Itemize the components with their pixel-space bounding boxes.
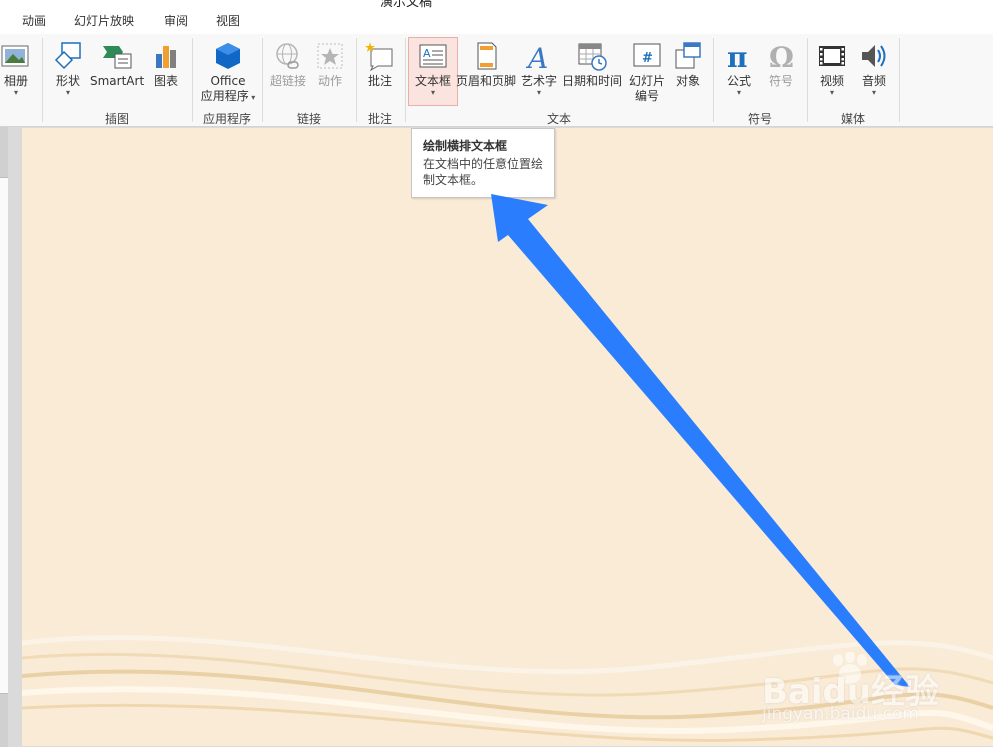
- textbox-button[interactable]: A 文本框 ▾: [408, 37, 458, 106]
- video-button[interactable]: 视频 ▾: [810, 40, 854, 97]
- chart-button[interactable]: 图表: [144, 40, 188, 89]
- shapes-label: 形状: [55, 74, 80, 88]
- calendar-clock-icon: [576, 40, 608, 72]
- hyperlink-label: 超链接: [269, 74, 306, 88]
- audio-button[interactable]: 音频 ▾: [852, 40, 896, 97]
- header-footer-button[interactable]: 页眉和页脚: [455, 40, 517, 89]
- datetime-label: 日期和时间: [561, 74, 622, 88]
- tab-animations[interactable]: 动画: [22, 12, 46, 29]
- equation-icon-glyph: π: [727, 41, 748, 72]
- new-comment-icon: [364, 40, 396, 72]
- tooltip-title: 绘制横排文本框: [423, 139, 508, 153]
- office-store-icon: [212, 40, 244, 72]
- header-footer-label: 页眉和页脚: [455, 74, 516, 88]
- office-label-line1: Office: [210, 74, 246, 88]
- group-label-illustrations: 插图: [104, 112, 129, 126]
- tab-review[interactable]: 审阅: [164, 12, 188, 29]
- comment-button[interactable]: 批注: [358, 40, 402, 89]
- slide-number-label-line2: 编号: [634, 89, 659, 103]
- wordart-icon: A: [523, 40, 555, 75]
- header-footer-icon: [470, 40, 502, 72]
- symbol-button[interactable]: Ω 符号: [759, 40, 803, 89]
- chevron-down-icon: ▾: [65, 88, 70, 97]
- group-label-comments: 批注: [367, 112, 392, 126]
- chevron-down-icon: ▾: [248, 93, 256, 102]
- office-label-line2: 应用程序: [200, 89, 249, 103]
- wordart-button[interactable]: A 艺术字 ▾: [517, 40, 561, 97]
- slide-thumbnail[interactable]: [0, 177, 8, 694]
- watermark-url: jingyan.baidu.com: [762, 704, 919, 724]
- insert-object-icon: [672, 40, 704, 72]
- globe-link-icon: [272, 40, 304, 72]
- wordart-label: 艺术字: [520, 74, 557, 88]
- textbox-tooltip: 绘制横排文本框 在文档中的任意位置绘制文本框。: [411, 128, 555, 198]
- comment-label: 批注: [367, 74, 392, 88]
- group-label-media: 媒体: [840, 112, 865, 126]
- smartart-label: SmartArt: [90, 74, 145, 88]
- bar-chart-icon: [150, 40, 182, 72]
- smartart-button[interactable]: SmartArt: [90, 40, 144, 89]
- chart-label: 图表: [153, 74, 178, 88]
- chevron-down-icon: ▾: [829, 88, 834, 97]
- photo-album-icon: [0, 40, 32, 72]
- tooltip-description: 在文档中的任意位置绘制文本框。: [423, 157, 544, 187]
- omega-symbol-icon: Ω: [765, 40, 797, 74]
- ribbon-insert: 相册 ▾ 形状 ▾ SmartArt 图表 插图 Office 应用程序 ▾ 应…: [0, 34, 993, 127]
- title-bar: 演示文稿: [0, 0, 993, 10]
- equation-button[interactable]: π 公式 ▾: [717, 40, 761, 97]
- group-label-text: 文本: [546, 112, 571, 126]
- album-label: 相册: [3, 74, 28, 88]
- chevron-down-icon: ▾: [736, 88, 741, 97]
- speaker-icon: [858, 40, 890, 72]
- chevron-down-icon: ▾: [536, 88, 541, 97]
- star-action-icon: [314, 40, 346, 72]
- textbox-label: 文本框: [414, 74, 451, 88]
- object-label: 对象: [675, 74, 700, 88]
- textbox-icon: A: [417, 40, 449, 72]
- film-strip-icon: [816, 40, 848, 72]
- pi-equation-icon: π: [723, 40, 755, 74]
- audio-label: 音频: [861, 74, 886, 88]
- office-apps-button[interactable]: Office 应用程序 ▾: [198, 40, 258, 105]
- chevron-down-icon: ▾: [13, 88, 18, 97]
- shapes-icon: [52, 40, 84, 72]
- hyperlink-button[interactable]: 超链接: [266, 40, 310, 89]
- textbox-icon-glyph: A: [423, 47, 431, 60]
- smartart-icon: [101, 40, 133, 72]
- slide-number-label-line1: 幻灯片: [628, 74, 665, 88]
- ribbon-tabs: 动画 幻灯片放映 审阅 视图: [0, 10, 993, 34]
- thumbnail-pane[interactable]: [0, 127, 8, 747]
- window-title: 演示文稿: [380, 0, 433, 10]
- group-label-apps: 应用程序: [202, 112, 251, 126]
- divider: [899, 38, 900, 122]
- group-label-links: 链接: [296, 112, 321, 126]
- chevron-down-icon: ▾: [871, 88, 876, 97]
- datetime-button[interactable]: 日期和时间: [561, 40, 623, 89]
- album-button[interactable]: 相册 ▾: [0, 40, 36, 97]
- watermark: Baidu经验 jingyan.baidu.com: [762, 652, 992, 732]
- group-label-symbols: 符号: [747, 112, 772, 126]
- shapes-button[interactable]: 形状 ▾: [46, 40, 90, 97]
- slide-number-icon: #: [631, 40, 663, 72]
- equation-label: 公式: [726, 74, 751, 88]
- symbol-icon-glyph: Ω: [769, 41, 794, 72]
- object-button[interactable]: 对象: [666, 40, 710, 89]
- wordart-icon-glyph: A: [525, 42, 548, 72]
- tab-slideshow[interactable]: 幻灯片放映: [74, 12, 134, 29]
- action-button[interactable]: 动作: [308, 40, 352, 89]
- symbol-label: 符号: [768, 74, 793, 88]
- slide-number-button[interactable]: # 幻灯片 编号: [625, 40, 669, 104]
- action-label: 动作: [317, 74, 342, 88]
- chevron-down-icon: ▾: [430, 88, 435, 97]
- video-label: 视频: [819, 74, 844, 88]
- slide-number-icon-glyph: #: [642, 51, 653, 66]
- tab-view[interactable]: 视图: [216, 12, 240, 29]
